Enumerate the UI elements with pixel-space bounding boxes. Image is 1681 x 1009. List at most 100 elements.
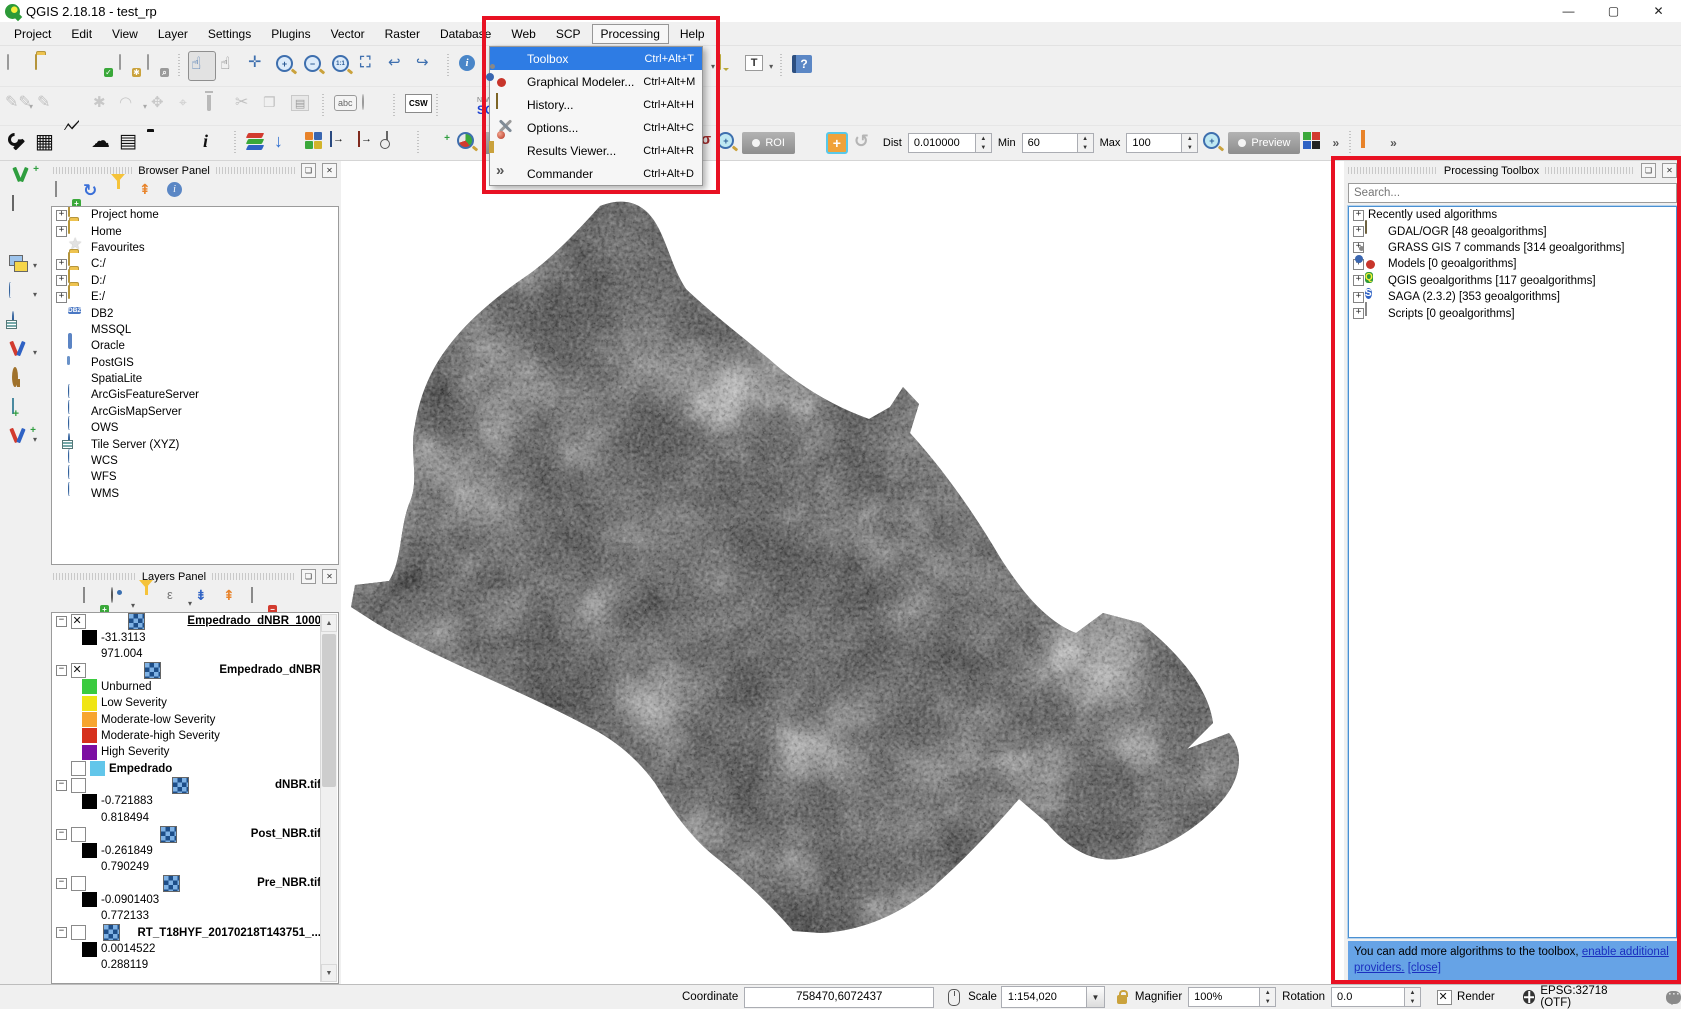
legend-item-low-severity[interactable]: Low Severity [52, 695, 321, 711]
layer-visibility-checkbox[interactable] [71, 876, 86, 891]
expander-icon[interactable]: + [56, 210, 67, 221]
pan-selection-button[interactable]: ✛ [246, 52, 272, 80]
text-annotation-button[interactable]: T▾ [745, 52, 773, 80]
browser-item-c--[interactable]: +C:/ [52, 256, 338, 272]
add-plus-orange-button[interactable]: + [824, 129, 850, 157]
menubar-item-scp[interactable]: SCP [547, 24, 590, 44]
toolbox-item-grass-gis-7-commands--314-geoalgorithms-[interactable]: +GRASS GIS 7 commands [314 geoalgorithms… [1349, 240, 1676, 256]
profile-black-button[interactable] [61, 129, 87, 157]
zoom-next-button[interactable]: ↪ [414, 52, 440, 80]
layer-visibility-checkbox[interactable] [71, 614, 86, 629]
globe-table-button[interactable] [12, 312, 34, 334]
layer-styling-button[interactable] [55, 588, 77, 610]
expander-icon[interactable]: + [56, 275, 67, 286]
add-group-button[interactable]: + [83, 588, 105, 610]
layer-visibility-checkbox[interactable] [71, 761, 86, 776]
expander-icon[interactable]: + [1353, 292, 1364, 303]
touch-zoom-button[interactable]: ☝ [188, 51, 216, 81]
csw-button[interactable]: CSW [403, 92, 429, 120]
measure-dropdown-arrow[interactable]: ▾ [711, 62, 715, 71]
browser-item-wfs[interactable]: +WFS [52, 469, 338, 485]
close-panel-button[interactable]: ✕ [1662, 163, 1677, 178]
toolbox-item-models--0-geoalgorithms-[interactable]: +Models [0 geoalgorithms] [1349, 256, 1676, 272]
legend-item-0-790249[interactable]: 0.790249 [52, 859, 321, 875]
add-feature-button[interactable]: ✱ [91, 92, 117, 120]
collapse-all-button[interactable]: ⇞ [223, 588, 245, 610]
layer-diagram-button[interactable] [360, 92, 386, 120]
browser-item-arcgismapserver[interactable]: +ArcGisMapServer [52, 404, 338, 420]
dist-value[interactable]: 0.010000 [908, 133, 976, 153]
menubar-item-help[interactable]: Help [671, 24, 714, 44]
menubar-item-layer[interactable]: Layer [149, 24, 197, 44]
raster-calc-black-button[interactable]: ▦ [33, 129, 59, 157]
browser-item-wms[interactable]: +WMS [52, 486, 338, 502]
save-project-as-button[interactable]: ✓ [89, 52, 115, 80]
rgb-plus-button[interactable] [1301, 129, 1327, 157]
crs-status-icon[interactable] [1523, 990, 1536, 1004]
expander-icon[interactable]: + [1353, 275, 1364, 286]
expander-icon[interactable]: + [56, 292, 67, 303]
expander-icon[interactable]: + [1353, 210, 1364, 221]
current-edits-button[interactable]: ✎✎▾ [5, 92, 33, 120]
menubar-item-processing[interactable]: Processing [592, 24, 669, 44]
info-black-button[interactable]: i [201, 129, 227, 157]
toolbox-item-qgis-geoalgorithms--117-geoalgorithms-[interactable]: +QQGIS geoalgorithms [117 geoalgorithms] [1349, 273, 1676, 289]
vee-multi-plus-button[interactable]: +▾ [9, 428, 37, 450]
circular-string-dropdown-arrow[interactable]: ▾ [143, 102, 147, 111]
legend-item-high-severity[interactable]: High Severity [52, 744, 321, 760]
scroll-down-arrow[interactable]: ▼ [321, 964, 337, 982]
save-project-button[interactable] [61, 52, 87, 80]
layer-row-rt-t18hyf-20170218t143751----[interactable]: −RT_T18HYF_20170218T143751_... [52, 924, 321, 940]
expander-icon[interactable]: + [1353, 308, 1364, 319]
pan-map-button[interactable]: ☝ [218, 52, 244, 80]
legend-item-971-004[interactable]: 971.004 [52, 646, 321, 662]
zoom-plus-cyan-button[interactable]: + [715, 129, 741, 157]
scale-combo[interactable]: 1:154,020 [1001, 986, 1087, 1008]
layer-visibility-checkbox[interactable] [71, 827, 86, 842]
identify-button[interactable]: i [457, 52, 483, 80]
folder-black-button[interactable] [145, 129, 171, 157]
copy-button[interactable]: ❐ [261, 92, 287, 120]
dist-spin-arrows[interactable]: ▲▼ [976, 133, 992, 153]
expander-icon[interactable]: − [56, 927, 67, 938]
toolbar-overflow-chevron[interactable]: » [1332, 137, 1339, 149]
toolbox-search-input[interactable] [1348, 183, 1677, 203]
toggle-editing-button[interactable]: ✎ [35, 92, 61, 120]
scroll-track[interactable] [321, 632, 337, 964]
menu-item-toolbox[interactable]: ToolboxCtrl+Alt+T [490, 47, 702, 70]
menubar-item-plugins[interactable]: Plugins [262, 24, 319, 44]
expand-all-button[interactable]: ⇟ [195, 588, 217, 610]
python-console-button[interactable] [446, 92, 472, 120]
render-checkbox[interactable] [1437, 990, 1452, 1005]
browser-item-postgis[interactable]: +PostGIS [52, 355, 338, 371]
paste-button[interactable]: ▤ [289, 92, 315, 120]
float-panel-button[interactable]: ❏ [301, 163, 316, 178]
node-tool-button[interactable]: ⌖ [177, 92, 203, 120]
expander-icon[interactable]: + [56, 226, 67, 237]
vee-multi-dropdown-arrow[interactable]: ▾ [33, 348, 37, 357]
legend-item-0-772133[interactable]: 0.772133 [52, 908, 321, 924]
remove-layer-button[interactable]: − [251, 588, 273, 610]
magnifier-spin-arrows[interactable]: ▲▼ [1260, 987, 1276, 1007]
maximize-button[interactable]: ▢ [1591, 0, 1636, 22]
expander-icon[interactable]: − [56, 780, 67, 791]
globe-tool-dropdown-arrow[interactable]: ▾ [33, 290, 37, 299]
circular-string-button[interactable]: ◠▾ [119, 92, 147, 120]
float-panel-button[interactable]: ❏ [301, 569, 316, 584]
globe-tool-button[interactable]: ▾ [9, 283, 37, 305]
menu-item-results-viewer---[interactable]: Results Viewer...Ctrl+Alt+R [490, 139, 702, 162]
legend-item--0-721883[interactable]: -0.721883 [52, 793, 321, 809]
zoom-in-button[interactable]: + [274, 52, 300, 80]
globe-black-button[interactable] [173, 129, 199, 157]
cloud-black-button[interactable]: ☁ [89, 129, 115, 157]
map-canvas[interactable] [341, 161, 1344, 984]
grid-orange-button[interactable] [1359, 129, 1385, 157]
polygon-stack-button[interactable]: ▾ [9, 254, 37, 276]
browser-item-arcgisfeatureserver[interactable]: +ArcGisFeatureServer [52, 387, 338, 403]
crs-label[interactable]: EPSG:32718 (OTF) [1540, 985, 1631, 1009]
toolbox-item-recently-used-algorithms[interactable]: +Recently used algorithms [1349, 207, 1676, 223]
help-button[interactable]: ? [790, 52, 816, 80]
preview-radio[interactable] [1238, 139, 1246, 147]
layer-row-post-nbr-tif[interactable]: −Post_NBR.tif [52, 826, 321, 842]
open-project-button[interactable] [33, 52, 59, 80]
